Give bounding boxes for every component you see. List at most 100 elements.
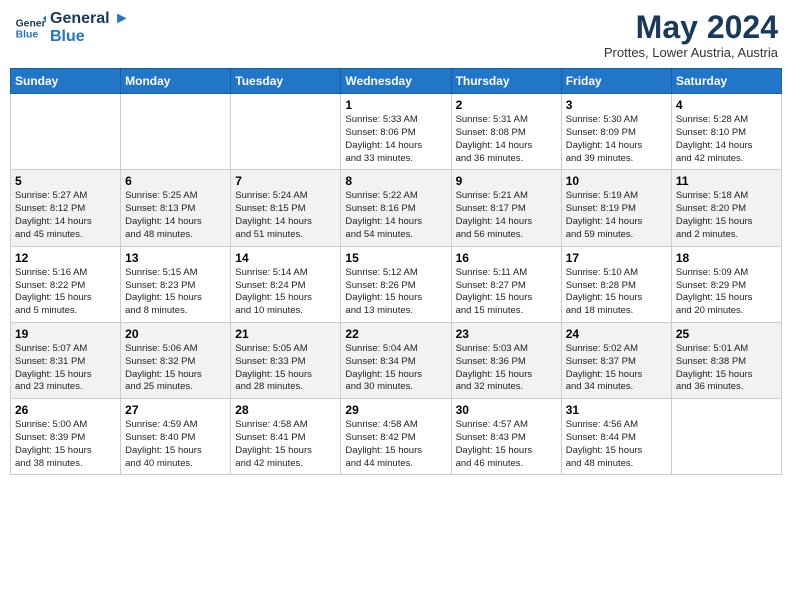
calendar-cell: 18 Sunrise: 5:09 AM Sunset: 8:29 PM Dayli… (671, 246, 781, 322)
day-number: 6 (125, 174, 226, 188)
calendar-cell: 10Sunrise: 5:19 AM Sunset: 8:19 PM Dayli… (561, 170, 671, 246)
day-info: Sunrise: 5:10 AM Sunset: 8:28 PM Dayligh… (566, 267, 667, 318)
logo-text: General ► Blue (50, 10, 130, 45)
calendar-week-row: 26 Sunrise: 5:00 AM Sunset: 8:39 PM Dayli… (11, 399, 782, 475)
calendar-cell: 4Sunrise: 5:28 AM Sunset: 8:10 PM Daylig… (671, 94, 781, 170)
calendar-week-row: 5 Sunrise: 5:27 AM Sunset: 8:12 PM Daylig… (11, 170, 782, 246)
calendar-cell: 11 Sunrise: 5:18 AM Sunset: 8:20 PM Dayli… (671, 170, 781, 246)
day-number: 8 (345, 174, 446, 188)
day-info: Sunrise: 4:56 AM Sunset: 8:44 PM Dayligh… (566, 419, 667, 470)
calendar-cell: 26 Sunrise: 5:00 AM Sunset: 8:39 PM Dayli… (11, 399, 121, 475)
calendar-cell: 28 Sunrise: 4:58 AM Sunset: 8:41 PM Dayli… (231, 399, 341, 475)
day-of-week-header: Tuesday (231, 69, 341, 94)
logo: General Blue General ► Blue (14, 10, 130, 45)
svg-text:General: General (16, 18, 46, 29)
day-info: Sunrise: 5:21 AM Sunset: 8:17 PM Dayligh… (456, 190, 557, 241)
day-number: 29 (345, 403, 446, 417)
day-number: 20 (125, 327, 226, 341)
day-info: Sunrise: 5:33 AM Sunset: 8:06 PM Dayligh… (345, 114, 446, 165)
day-info: Sunrise: 5:06 AM Sunset: 8:32 PM Dayligh… (125, 343, 226, 394)
day-info: Sunrise: 5:04 AM Sunset: 8:34 PM Dayligh… (345, 343, 446, 394)
page-header: General Blue General ► Blue May 2024 Pro… (10, 10, 782, 60)
calendar-header-row: SundayMondayTuesdayWednesdayThursdayFrid… (11, 69, 782, 94)
day-of-week-header: Saturday (671, 69, 781, 94)
day-number: 28 (235, 403, 336, 417)
day-info: Sunrise: 5:27 AM Sunset: 8:12 PM Dayligh… (15, 190, 116, 241)
day-number: 13 (125, 251, 226, 265)
day-number: 30 (456, 403, 557, 417)
day-number: 11 (676, 174, 777, 188)
day-info: Sunrise: 5:11 AM Sunset: 8:27 PM Dayligh… (456, 267, 557, 318)
location-subtitle: Prottes, Lower Austria, Austria (604, 45, 778, 60)
month-title: May 2024 (604, 10, 778, 45)
day-number: 27 (125, 403, 226, 417)
calendar-cell: 23Sunrise: 5:03 AM Sunset: 8:36 PM Dayli… (451, 322, 561, 398)
day-info: Sunrise: 5:25 AM Sunset: 8:13 PM Dayligh… (125, 190, 226, 241)
calendar-cell: 16 Sunrise: 5:11 AM Sunset: 8:27 PM Dayli… (451, 246, 561, 322)
day-number: 19 (15, 327, 116, 341)
calendar-cell: 1 Sunrise: 5:33 AM Sunset: 8:06 PM Daylig… (341, 94, 451, 170)
day-of-week-header: Thursday (451, 69, 561, 94)
day-info: Sunrise: 5:28 AM Sunset: 8:10 PM Dayligh… (676, 114, 777, 165)
day-info: Sunrise: 5:16 AM Sunset: 8:22 PM Dayligh… (15, 267, 116, 318)
day-number: 10 (566, 174, 667, 188)
day-info: Sunrise: 5:07 AM Sunset: 8:31 PM Dayligh… (15, 343, 116, 394)
logo-icon: General Blue (14, 12, 46, 44)
calendar-cell (671, 399, 781, 475)
title-block: May 2024 Prottes, Lower Austria, Austria (604, 10, 778, 60)
day-number: 18 (676, 251, 777, 265)
calendar-cell: 8Sunrise: 5:22 AM Sunset: 8:16 PM Daylig… (341, 170, 451, 246)
calendar-cell: 12 Sunrise: 5:16 AM Sunset: 8:22 PM Dayli… (11, 246, 121, 322)
calendar-cell: 30 Sunrise: 4:57 AM Sunset: 8:43 PM Dayli… (451, 399, 561, 475)
day-of-week-header: Sunday (11, 69, 121, 94)
day-number: 14 (235, 251, 336, 265)
calendar-cell: 20 Sunrise: 5:06 AM Sunset: 8:32 PM Dayli… (121, 322, 231, 398)
calendar-cell: 15Sunrise: 5:12 AM Sunset: 8:26 PM Dayli… (341, 246, 451, 322)
day-info: Sunrise: 5:15 AM Sunset: 8:23 PM Dayligh… (125, 267, 226, 318)
day-info: Sunrise: 5:18 AM Sunset: 8:20 PM Dayligh… (676, 190, 777, 241)
day-info: Sunrise: 5:14 AM Sunset: 8:24 PM Dayligh… (235, 267, 336, 318)
day-info: Sunrise: 4:58 AM Sunset: 8:42 PM Dayligh… (345, 419, 446, 470)
day-number: 1 (345, 98, 446, 112)
calendar-cell: 2Sunrise: 5:31 AM Sunset: 8:08 PM Daylig… (451, 94, 561, 170)
calendar-cell: 6 Sunrise: 5:25 AM Sunset: 8:13 PM Daylig… (121, 170, 231, 246)
calendar-cell: 3Sunrise: 5:30 AM Sunset: 8:09 PM Daylig… (561, 94, 671, 170)
day-info: Sunrise: 5:05 AM Sunset: 8:33 PM Dayligh… (235, 343, 336, 394)
day-number: 7 (235, 174, 336, 188)
day-info: Sunrise: 5:12 AM Sunset: 8:26 PM Dayligh… (345, 267, 446, 318)
day-number: 31 (566, 403, 667, 417)
day-number: 25 (676, 327, 777, 341)
calendar-cell (121, 94, 231, 170)
day-info: Sunrise: 5:02 AM Sunset: 8:37 PM Dayligh… (566, 343, 667, 394)
calendar-cell: 27Sunrise: 4:59 AM Sunset: 8:40 PM Dayli… (121, 399, 231, 475)
day-info: Sunrise: 4:58 AM Sunset: 8:41 PM Dayligh… (235, 419, 336, 470)
calendar-cell: 31 Sunrise: 4:56 AM Sunset: 8:44 PM Dayli… (561, 399, 671, 475)
day-info: Sunrise: 5:03 AM Sunset: 8:36 PM Dayligh… (456, 343, 557, 394)
day-info: Sunrise: 5:30 AM Sunset: 8:09 PM Dayligh… (566, 114, 667, 165)
day-number: 24 (566, 327, 667, 341)
day-info: Sunrise: 5:00 AM Sunset: 8:39 PM Dayligh… (15, 419, 116, 470)
day-info: Sunrise: 4:57 AM Sunset: 8:43 PM Dayligh… (456, 419, 557, 470)
calendar-cell (11, 94, 121, 170)
day-number: 12 (15, 251, 116, 265)
calendar-cell: 9Sunrise: 5:21 AM Sunset: 8:17 PM Daylig… (451, 170, 561, 246)
day-number: 26 (15, 403, 116, 417)
day-number: 22 (345, 327, 446, 341)
calendar-week-row: 1 Sunrise: 5:33 AM Sunset: 8:06 PM Daylig… (11, 94, 782, 170)
day-of-week-header: Wednesday (341, 69, 451, 94)
day-info: Sunrise: 5:09 AM Sunset: 8:29 PM Dayligh… (676, 267, 777, 318)
calendar-cell: 21Sunrise: 5:05 AM Sunset: 8:33 PM Dayli… (231, 322, 341, 398)
calendar-cell: 17Sunrise: 5:10 AM Sunset: 8:28 PM Dayli… (561, 246, 671, 322)
day-number: 5 (15, 174, 116, 188)
calendar-cell: 5 Sunrise: 5:27 AM Sunset: 8:12 PM Daylig… (11, 170, 121, 246)
calendar-cell: 7 Sunrise: 5:24 AM Sunset: 8:15 PM Daylig… (231, 170, 341, 246)
calendar-week-row: 12 Sunrise: 5:16 AM Sunset: 8:22 PM Dayli… (11, 246, 782, 322)
day-info: Sunrise: 5:24 AM Sunset: 8:15 PM Dayligh… (235, 190, 336, 241)
day-info: Sunrise: 5:01 AM Sunset: 8:38 PM Dayligh… (676, 343, 777, 394)
day-number: 16 (456, 251, 557, 265)
day-of-week-header: Friday (561, 69, 671, 94)
calendar-cell: 25 Sunrise: 5:01 AM Sunset: 8:38 PM Dayli… (671, 322, 781, 398)
day-number: 2 (456, 98, 557, 112)
calendar-cell (231, 94, 341, 170)
calendar-cell: 19 Sunrise: 5:07 AM Sunset: 8:31 PM Dayli… (11, 322, 121, 398)
